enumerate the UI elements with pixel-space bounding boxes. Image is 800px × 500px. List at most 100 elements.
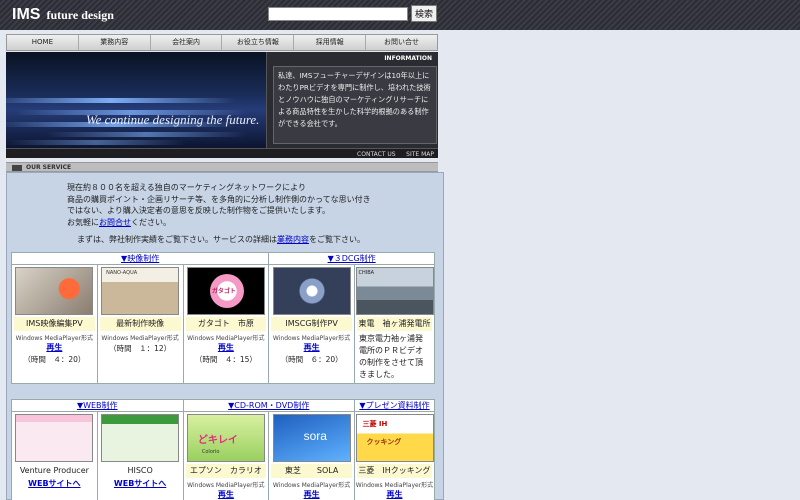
work-item: IMS映像編集PV Windows MediaPlayer形式 再生 （時間 ４… [11,264,98,384]
logo[interactable]: IMS future design [12,6,114,24]
thumb-caption: クッキング [366,438,402,446]
thumb-caption: sora [303,429,327,443]
nav-services[interactable]: 業務内容 [78,35,151,50]
intro-text-part: お気軽に [67,217,99,227]
thumb-caption: Colorio [201,449,220,455]
cg-section-link[interactable]: ▼３DCG制作 [268,252,435,265]
nav-recruit[interactable]: 採用情報 [294,35,367,50]
play-link[interactable]: 再生 [12,342,97,353]
cd-section-link[interactable]: ▼CD-ROM・DVD制作 [182,399,355,412]
work-item: NANO-AQUA 最新制作映像 Windows MediaPlayer形式 （… [96,264,184,384]
nav-company[interactable]: 会社案内 [150,35,223,50]
logo-sub-text: future design [46,8,114,22]
works-table-video: ▼映像制作 ▼３DCG制作 IMS映像編集PV Windows MediaPla… [10,252,435,384]
work-item: sora 東芝 SOLA Windows MediaPlayer形式 再生 [268,411,355,500]
play-link[interactable]: 再生 [184,489,269,500]
services-link[interactable]: 業務内容 [277,235,309,244]
play-link[interactable]: 再生 [269,489,354,500]
info-label: INFORMATION [384,55,432,62]
work-format: Windows MediaPlayer形式 [272,335,351,342]
contact-link[interactable]: お問合せ [99,218,131,227]
logo-main-text: IMS [12,6,41,23]
intro-line: 商品の購買ポイント・企画リサーチ等、を多角的に分析し制作側のかってな思い付き [67,194,371,204]
work-item: どキレイ Colorio エプソン カラリオ Windows MediaPlay… [182,411,270,500]
thumbnail-hisco[interactable] [101,414,180,462]
work-format: Windows MediaPlayer形式 [15,335,94,342]
work-item: ガタゴト ガタゴト 市原 Windows MediaPlayer形式 再生 （時… [182,264,270,384]
sub-nav: CONTACT US SITE MAP [6,148,438,158]
work-item: CHIBA 東電 袖ヶ浦発電所 東京電力袖ヶ浦発電所のＰＲビデオの制作をさせて頂… [354,264,435,384]
play-link[interactable]: 再生 [269,342,354,353]
thumbnail-venture[interactable] [15,414,94,462]
work-item: 三菱 IH クッキング 三菱 IHクッキング Windows MediaPlay… [354,411,435,500]
work-name: HISCO [99,464,181,478]
search-button[interactable]: 検索 [411,5,437,22]
work-format: Windows MediaPlayer形式 [272,482,351,489]
info-text: 私達、IMSフューチャーデザインは10年以上にわたりPRビデオを専門に制作し、培… [273,66,437,144]
web-section-link[interactable]: ▼WEB制作 [11,399,184,412]
thumbnail-ims-pv[interactable] [15,267,94,315]
intro-line: お気軽にお問合せください。 [67,217,437,229]
intro-text-part: ください。 [131,217,171,227]
play-link[interactable]: 再生 [184,342,269,353]
video-section-link[interactable]: ▼映像制作 [10,252,270,265]
intro-text: 現在約８００名を超える独自のマーケティングネットワークにより 商品の購買ポイント… [67,182,437,246]
work-duration: （時間 １：12） [109,344,172,353]
work-format: Windows MediaPlayer形式 [355,482,434,489]
thumb-caption: NANO-AQUA [106,270,138,276]
nav-contact[interactable]: お問い合せ [366,35,437,50]
intro-line: 現在約８００名を超える独自のマーケティングネットワークにより [67,183,306,192]
thumbnail-ih-cooking[interactable]: 三菱 IH クッキング [355,414,434,462]
thumbnail-latest[interactable]: NANO-AQUA [101,267,180,315]
thumb-caption: 三菱 IH [362,420,388,428]
work-item: Venture Producer WEBサイトへ [11,411,98,500]
work-duration: （時間 ４：20） [23,355,86,364]
nav-useful-info[interactable]: お役立ち情報 [222,35,295,50]
section-bar-icon [12,165,22,171]
nav-home[interactable]: HOME [7,35,79,50]
thumb-caption: どキレイ [197,435,238,446]
content-area: 現在約８００名を超える独自のマーケティングネットワークにより 商品の購買ポイント… [6,172,444,500]
work-name: IMS映像編集PV [14,317,95,331]
work-description: 東京電力袖ヶ浦発電所のＰＲビデオの制作をさせて頂きました。 [359,334,423,379]
thumb-caption: ガタゴト [211,288,236,295]
work-duration: （時間 ６：20） [280,355,343,364]
website-link[interactable]: WEBサイトへ [12,478,97,489]
search-input[interactable] [268,7,408,21]
work-format: Windows MediaPlayer形式 [101,335,179,342]
contact-us-link[interactable]: CONTACT US [357,151,396,158]
work-name: ガタゴト 市原 [185,317,267,331]
thumbnail-sola[interactable]: sora [272,414,351,462]
hero-banner: We continue designing the future. INFORM… [6,52,438,148]
works-table-web: ▼WEB制作 ▼CD-ROM・DVD制作 ▼プレゼン資料制作 Venture P… [11,399,435,500]
thumbnail-gatagoto[interactable]: ガタゴト [186,267,265,315]
work-name: 東芝 SOLA [271,464,352,478]
top-bar: IMS future design 検索 [0,0,800,30]
work-format: Windows MediaPlayer形式 [187,335,265,342]
main-nav: HOME 業務内容 会社案内 お役立ち情報 採用情報 お問い合せ [6,34,438,51]
work-name: 三菱 IHクッキング [357,464,432,478]
intro-text-part: をご覧下さい。 [309,235,365,244]
thumbnail-imscg[interactable] [272,267,351,315]
work-item: HISCO WEBサイトへ [96,411,184,500]
service-header: OUR SERVICE [6,162,438,172]
thumb-caption: CHIBA [358,270,375,276]
intro-text-part: まずは、弊社制作実績をご覧下さい。サービスの詳細は [77,235,277,244]
hero-tagline: We continue designing the future. [86,112,260,127]
work-name: 最新制作映像 [99,317,181,331]
play-link[interactable]: 再生 [355,489,434,500]
website-link[interactable]: WEBサイトへ [98,478,183,489]
presentation-section-link[interactable]: ▼プレゼン資料制作 [354,399,435,412]
work-duration: （時間 ４：15） [194,355,257,364]
work-name: エプソン カラリオ [185,464,267,478]
thumbnail-sodegaura[interactable]: CHIBA [355,267,434,315]
site-map-link[interactable]: SITE MAP [406,151,434,158]
thumbnail-colorio[interactable]: どキレイ Colorio [186,414,265,462]
intro-line: まずは、弊社制作実績をご覧下さい。サービスの詳細は業務内容をご覧下さい。 [77,234,437,246]
intro-line: ではない、より購入決定者の意思を反映した制作物をご提供いたします。 [67,206,331,215]
work-name: IMSCG制作PV [271,317,352,331]
work-format: Windows MediaPlayer形式 [187,482,265,489]
info-panel: INFORMATION 私達、IMSフューチャーデザインは10年以上にわたりPR… [266,52,438,148]
work-item: IMSCG制作PV Windows MediaPlayer形式 再生 （時間 ６… [268,264,355,384]
service-header-label: OUR SERVICE [26,164,72,171]
